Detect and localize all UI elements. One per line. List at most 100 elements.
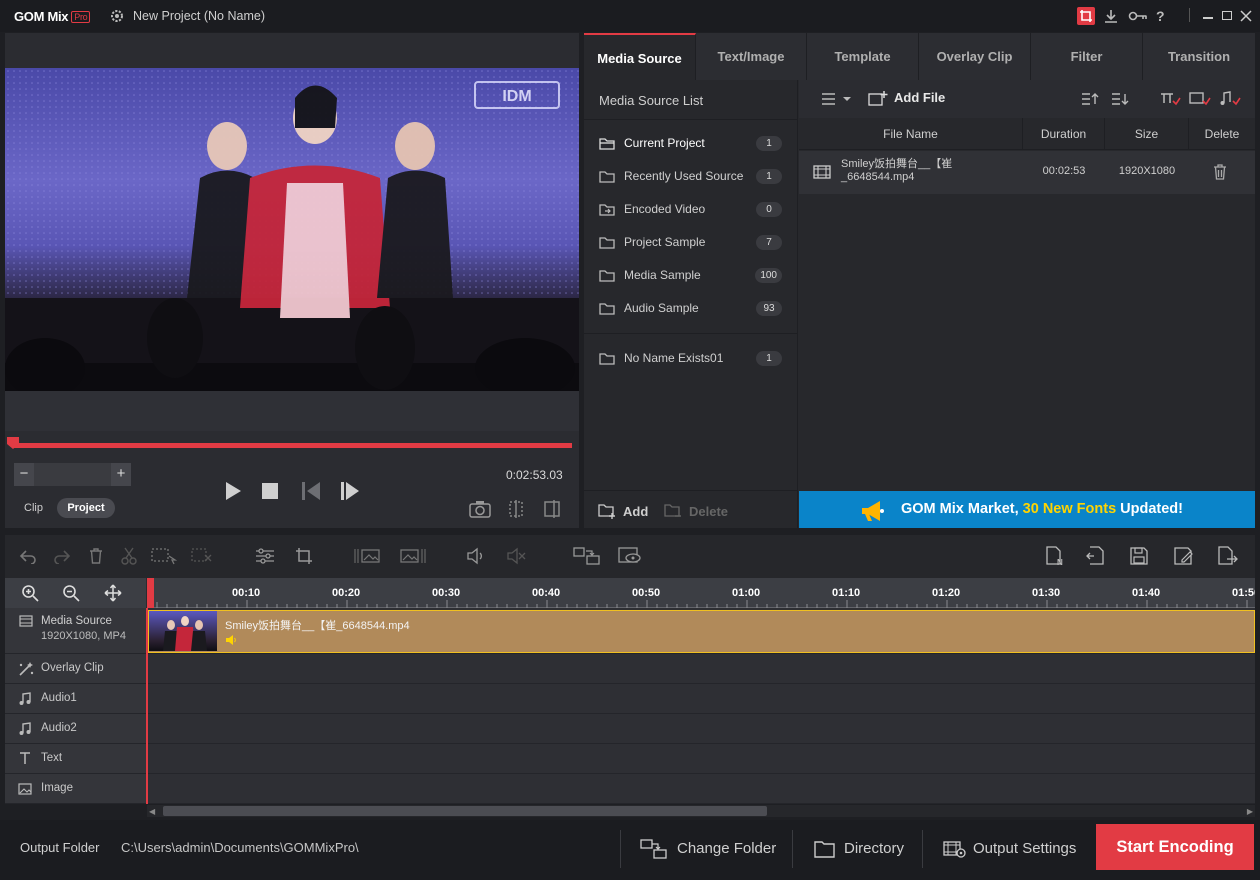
clip-mode-toggle[interactable]: Clip [24, 502, 43, 514]
sidebar-item-project-sample[interactable]: Project Sample 7 [584, 226, 798, 259]
minimize-icon[interactable] [1200, 8, 1216, 24]
sidebar-item-label: Current Project [624, 136, 705, 150]
sidebar-item-media-sample[interactable]: Media Sample 100 [584, 259, 798, 292]
scrollbar-thumb[interactable] [163, 806, 767, 816]
track-header[interactable]: Audio1 [5, 684, 147, 713]
mute-icon[interactable] [506, 547, 526, 565]
select-range-icon[interactable] [151, 547, 177, 565]
preview-clip-icon[interactable] [618, 546, 642, 566]
sidebar-item-encoded-video[interactable]: Encoded Video 0 [584, 193, 798, 226]
sidebar-item-no-name-exists01[interactable]: No Name Exists01 1 [584, 342, 798, 375]
track-header[interactable]: Audio2 [5, 714, 147, 743]
column-duration[interactable]: Duration [1023, 118, 1105, 150]
add-button[interactable]: Add [598, 502, 658, 522]
timeline-playhead-handle[interactable] [147, 578, 154, 608]
sidebar-item-audio-sample[interactable]: Audio Sample 93 [584, 292, 798, 325]
deselect-icon[interactable] [191, 547, 213, 565]
track-overlay-clip: Overlay Clip [5, 654, 1255, 684]
help-icon[interactable]: ? [1156, 8, 1172, 24]
sort-descending-icon[interactable] [1111, 92, 1129, 106]
zoom-out-icon[interactable] [62, 584, 80, 602]
tab-overlay-clip[interactable]: Overlay Clip [919, 33, 1031, 80]
new-project-icon[interactable]: N [1045, 546, 1065, 566]
output-settings-icon [943, 841, 966, 858]
close-icon[interactable] [1238, 8, 1254, 24]
delete-clip-icon[interactable] [89, 548, 103, 564]
filter-image-icon[interactable] [1189, 91, 1211, 107]
column-size[interactable]: Size [1105, 118, 1189, 150]
key-icon[interactable] [1128, 8, 1148, 24]
tab-transition[interactable]: Transition [1143, 33, 1255, 80]
sidebar-item-current-project[interactable]: Current Project 1 [584, 127, 798, 160]
redo-icon[interactable] [53, 548, 71, 564]
zoom-plus-button[interactable]: + [111, 463, 131, 486]
folder-icon [599, 269, 615, 282]
fit-timeline-icon[interactable] [104, 584, 122, 602]
filter-video-icon[interactable] [1159, 91, 1181, 107]
next-frame-icon[interactable] [339, 481, 361, 501]
timeline-scrollbar[interactable]: ◀ ▶ [147, 805, 1255, 817]
output-settings-button[interactable]: Output Settings [943, 836, 1088, 862]
settings-gear-icon[interactable] [109, 8, 125, 24]
compare-view-icon[interactable] [543, 500, 561, 518]
sidebar-item-recently-used[interactable]: Recently Used Source 1 [584, 160, 798, 193]
playhead-marker[interactable] [7, 437, 19, 449]
track-image: Image [5, 774, 1255, 804]
file-row[interactable]: Smiley饭拍舞台__【崔 _6648544.mp4 00:02:53 1920… [799, 151, 1255, 194]
image-after-icon[interactable] [399, 547, 427, 565]
sort-ascending-icon[interactable] [1081, 92, 1099, 106]
count-badge: 0 [756, 202, 782, 217]
export-project-icon[interactable] [1217, 546, 1239, 566]
track-header[interactable]: Overlay Clip [5, 654, 147, 683]
zoom-stepper[interactable]: − + [14, 463, 131, 486]
undo-icon[interactable] [19, 548, 37, 564]
track-name: Overlay Clip [41, 662, 104, 674]
project-mode-toggle[interactable]: Project [57, 498, 115, 518]
crop-icon[interactable] [295, 547, 313, 565]
column-file-name[interactable]: File Name [799, 118, 1023, 150]
snapshot-camera-icon[interactable] [469, 500, 491, 518]
delete-button[interactable]: Delete [664, 502, 734, 522]
cut-scissors-icon[interactable] [121, 547, 137, 565]
track-header[interactable]: Text [5, 744, 147, 773]
split-view-icon[interactable] [507, 500, 525, 518]
maximize-icon[interactable] [1219, 8, 1235, 24]
volume-icon[interactable] [466, 547, 486, 565]
scroll-left-icon[interactable]: ◀ [149, 807, 155, 816]
track-header[interactable]: Media Source 1920X1080, MP4 [5, 608, 147, 653]
trash-icon[interactable] [1213, 164, 1227, 180]
tab-filter[interactable]: Filter [1031, 33, 1143, 80]
open-project-icon[interactable] [1085, 546, 1105, 566]
market-banner[interactable]: GOM Mix Market, 30 New Fonts Updated! [799, 491, 1255, 528]
tab-template[interactable]: Template [807, 33, 919, 80]
scroll-right-icon[interactable]: ▶ [1247, 807, 1253, 816]
tab-text-image[interactable]: Text/Image [696, 33, 807, 80]
download-icon[interactable] [1103, 8, 1119, 24]
track-header[interactable]: Image [5, 774, 147, 803]
play-icon[interactable] [224, 481, 242, 501]
track-subtitle: 1920X1080, MP4 [41, 630, 127, 642]
start-encoding-button[interactable]: Start Encoding [1096, 824, 1254, 870]
change-folder-button[interactable]: Change Folder [640, 836, 785, 862]
project-title: New Project (No Name) [133, 9, 265, 23]
filter-audio-icon[interactable] [1219, 91, 1241, 107]
media-clip[interactable]: Smiley饭拍舞台__【崔_6648544.mp4 [148, 610, 1255, 653]
seek-bar[interactable] [12, 443, 572, 448]
image-before-icon[interactable] [353, 547, 381, 565]
adjust-sliders-icon[interactable] [255, 547, 275, 565]
list-view-menu-icon[interactable] [821, 92, 853, 106]
sidebar-item-label: Encoded Video [624, 202, 706, 216]
zoom-in-icon[interactable] [21, 584, 39, 602]
stop-icon[interactable] [261, 482, 279, 500]
tab-media-source[interactable]: Media Source [584, 33, 696, 80]
prev-frame-icon[interactable] [300, 481, 322, 501]
crop-badge-icon[interactable] [1077, 7, 1095, 25]
replace-clip-icon[interactable] [573, 546, 601, 566]
output-bar: Output Folder C:\Users\admin\Documents\G… [0, 820, 1260, 880]
save-as-icon[interactable] [1173, 546, 1195, 566]
source-panel: Media Source Text/Image Template Overlay… [584, 33, 1255, 528]
zoom-minus-button[interactable]: − [14, 463, 34, 486]
save-project-icon[interactable] [1129, 546, 1149, 566]
directory-button[interactable]: Directory [814, 836, 914, 862]
timeline-ruler[interactable]: 00:10 00:20 00:30 00:40 00:50 01:00 01:1… [5, 578, 1255, 608]
